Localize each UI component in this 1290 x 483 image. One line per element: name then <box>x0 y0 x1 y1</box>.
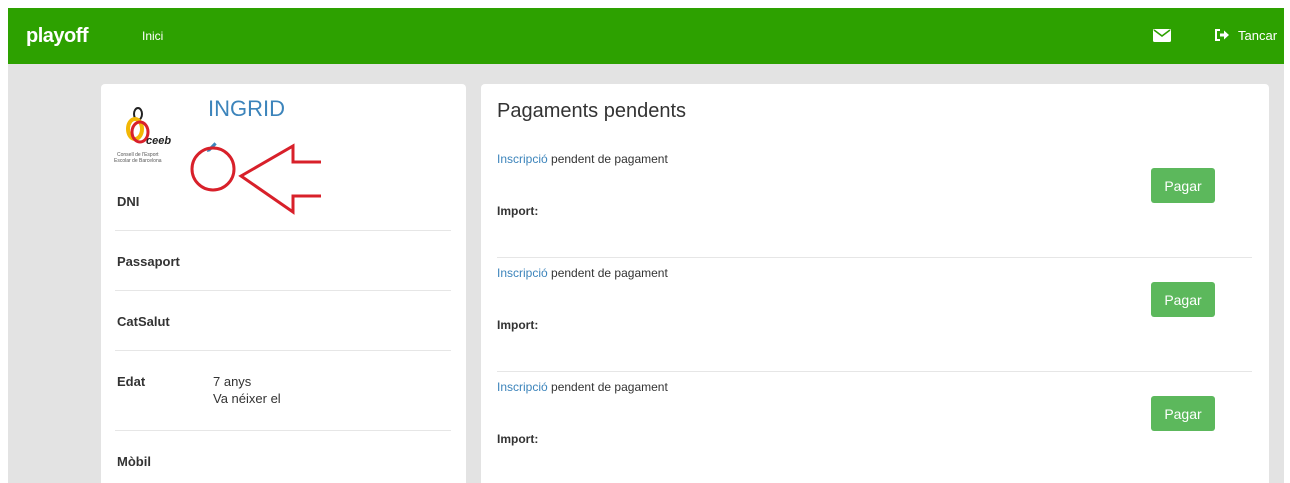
brand-logo[interactable]: playoff <box>26 25 89 48</box>
profile-card: ceeb Consell de l'Esport Escolar de Barc… <box>101 84 466 483</box>
pay-button[interactable]: Pagar <box>1151 282 1215 317</box>
pay-button[interactable]: Pagar <box>1151 396 1215 431</box>
ceeb-logo: ceeb Consell de l'Esport Escolar de Barc… <box>114 107 171 164</box>
payments-title: Pagaments pendents <box>497 100 687 122</box>
nav-link-home[interactable]: Inici <box>142 29 163 43</box>
payment-item: Inscripció pendent de pagament Import: P… <box>497 258 1252 372</box>
payments-card: Pagaments pendents Inscripció pendent de… <box>481 84 1269 483</box>
field-label-edat: Edat <box>117 374 146 389</box>
logo-text: ceeb <box>146 135 171 147</box>
payment-status: pendent de pagament <box>551 266 668 280</box>
payment-link[interactable]: Inscripció <box>497 380 548 394</box>
payment-link[interactable]: Inscripció <box>497 152 548 166</box>
payment-status: pendent de pagament <box>551 152 668 166</box>
page-frame: playoff Inici Tancar ceeb Consell de l'E… <box>8 8 1284 483</box>
payment-link[interactable]: Inscripció <box>497 266 548 280</box>
field-label-dni: DNI <box>117 194 140 209</box>
payment-status: pendent de pagament <box>551 380 668 394</box>
payment-import-label: Import: <box>497 432 539 446</box>
payment-item: Inscripció pendent de pagament Import: P… <box>497 144 1252 258</box>
logo-subtitle-2: Escolar de Barcelona <box>114 158 162 164</box>
field-row-passaport: Passaport <box>115 230 451 291</box>
field-row-edat: Edat 7 anys Va néixer el <box>115 350 451 431</box>
field-label-mobil: Mòbil <box>117 454 151 469</box>
sign-out-icon[interactable] <box>1214 27 1230 43</box>
payment-item: Inscripció pendent de pagament Import: P… <box>497 372 1252 483</box>
field-label-catsalut: CatSalut <box>117 314 170 329</box>
top-navbar: playoff Inici Tancar <box>8 8 1284 64</box>
envelope-icon[interactable] <box>1153 27 1171 43</box>
payment-import-label: Import: <box>497 318 539 332</box>
field-value-birth: Va néixer el <box>213 391 281 406</box>
logout-link[interactable]: Tancar <box>1238 28 1277 43</box>
pay-button[interactable]: Pagar <box>1151 168 1215 203</box>
field-row-catsalut: CatSalut <box>115 290 451 351</box>
profile-name: INGRID <box>208 96 285 121</box>
field-label-passaport: Passaport <box>117 254 180 269</box>
field-row-mobil: Mòbil <box>115 430 451 483</box>
field-row-dni: DNI <box>115 170 451 231</box>
payment-import-label: Import: <box>497 204 539 218</box>
field-value-edat: 7 anys <box>213 374 252 389</box>
